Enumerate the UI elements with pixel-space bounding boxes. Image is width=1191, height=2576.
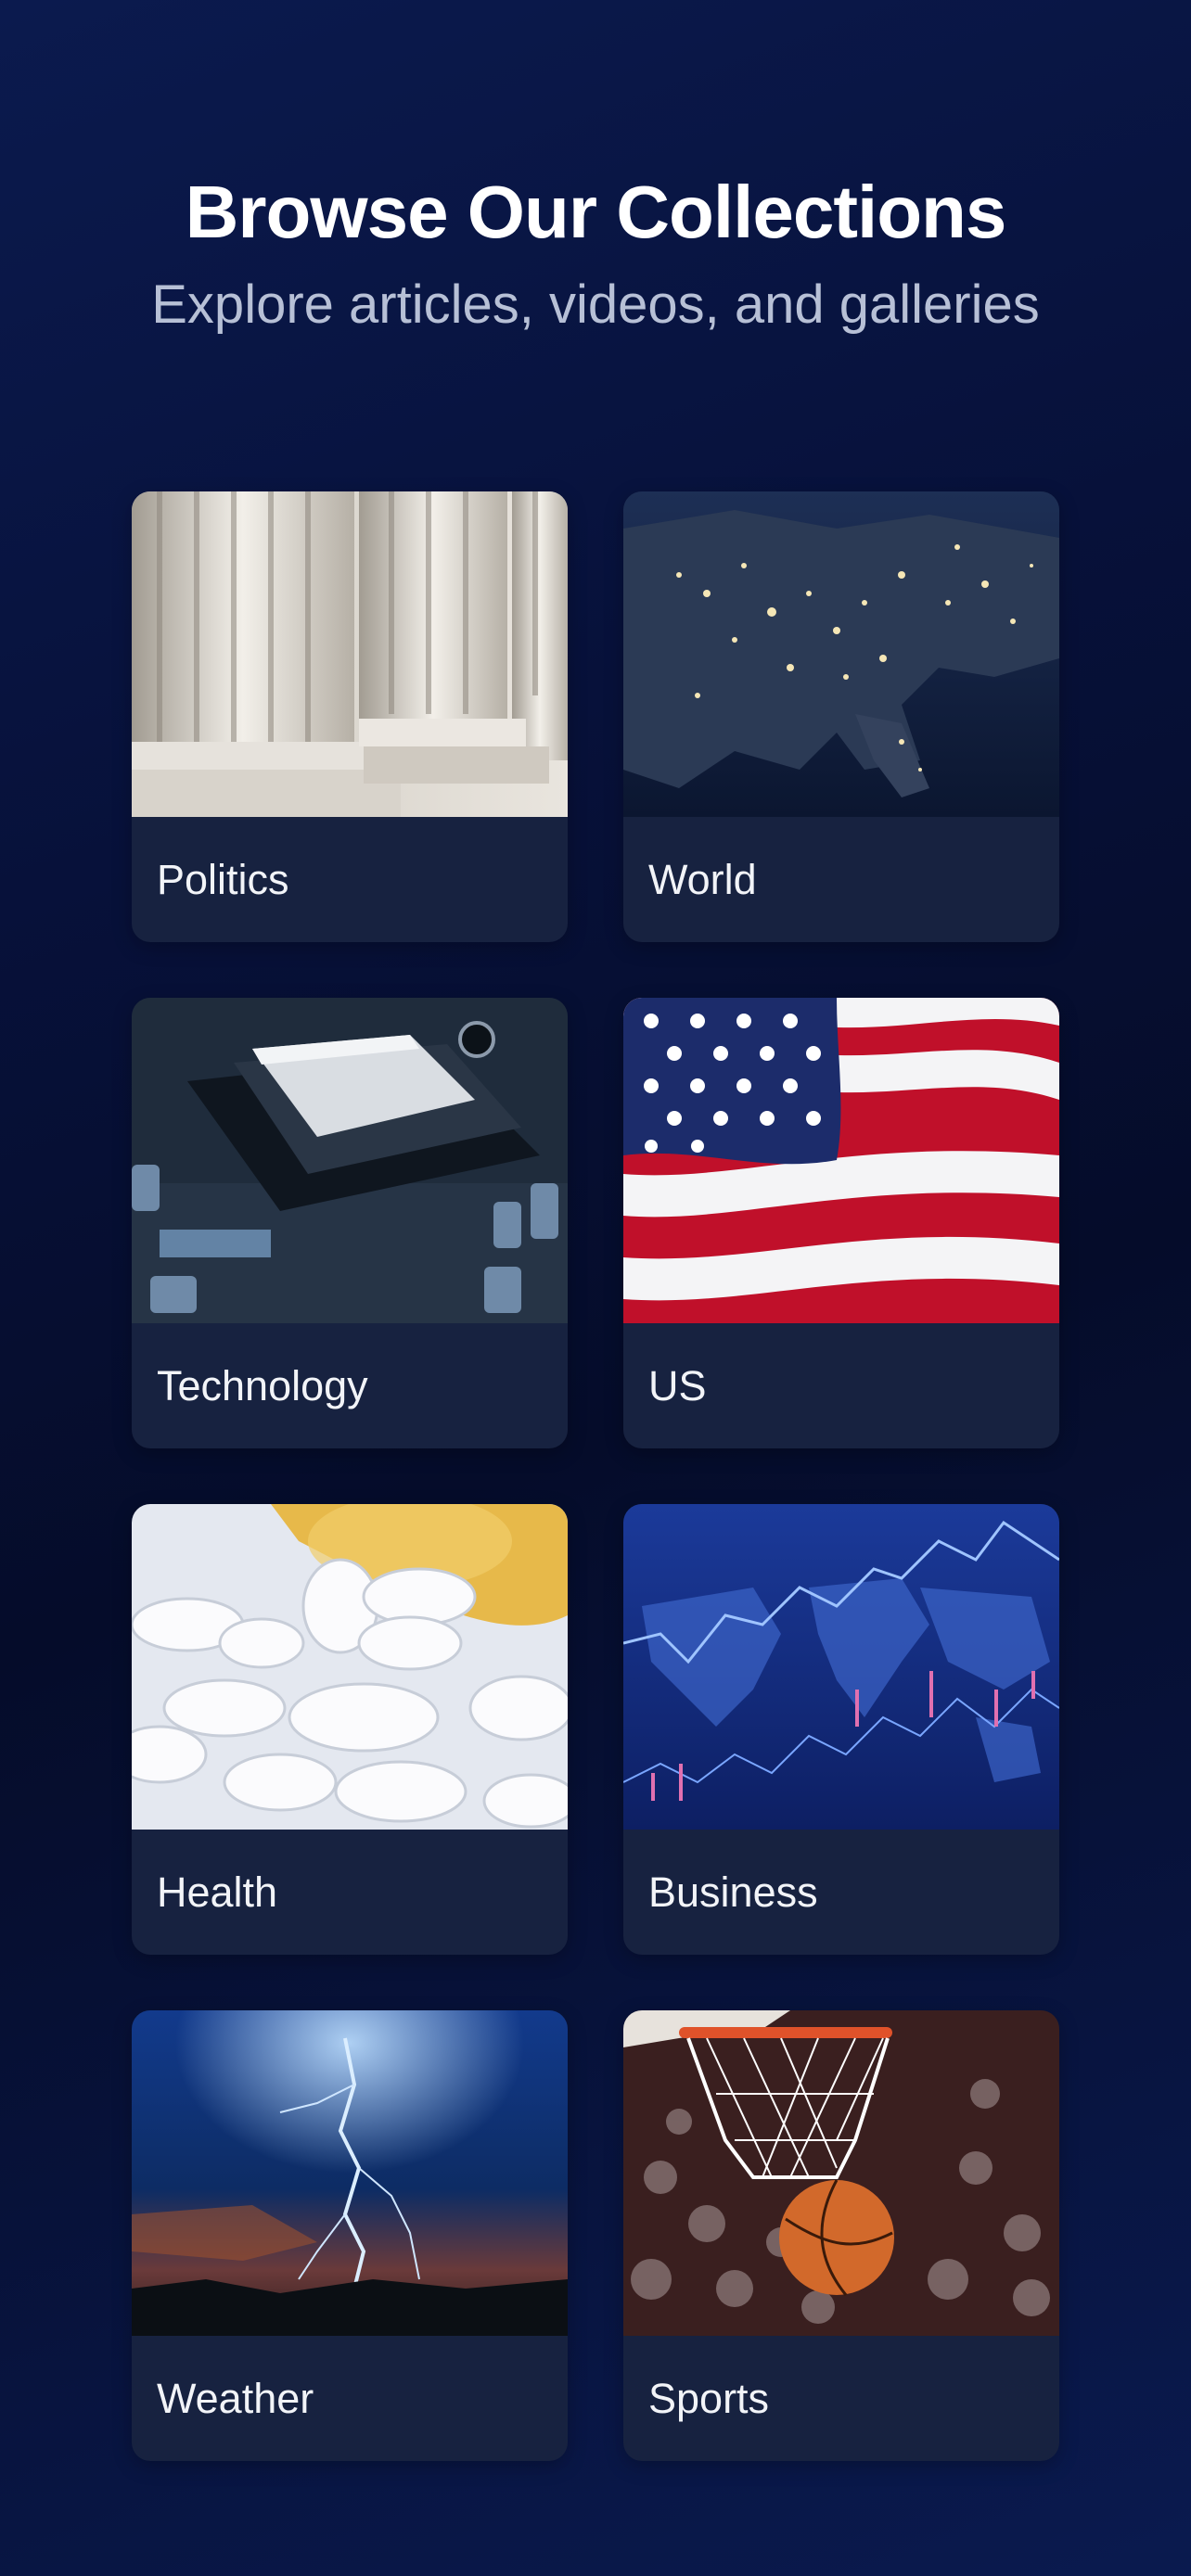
pills-bottle-image bbox=[132, 1504, 568, 1830]
page-header: Browse Our Collections Explore articles,… bbox=[0, 158, 1191, 347]
collection-card-sports[interactable]: Sports bbox=[623, 2010, 1059, 2461]
collection-label: Weather bbox=[157, 2374, 314, 2422]
earth-at-night-image bbox=[623, 491, 1059, 817]
collection-card-us[interactable]: US bbox=[623, 998, 1059, 1448]
collection-label: Technology bbox=[157, 1361, 368, 1409]
marble-columns-image bbox=[132, 491, 568, 817]
basketball-hoop-image bbox=[623, 2010, 1059, 2336]
collections-grid: Politics World Technology US Health Busi… bbox=[132, 491, 1059, 2461]
collection-label: US bbox=[648, 1361, 707, 1409]
collection-card-technology[interactable]: Technology bbox=[132, 998, 568, 1448]
circuit-board-cpu-image bbox=[132, 998, 568, 1323]
collection-card-politics[interactable]: Politics bbox=[132, 491, 568, 942]
page-subtitle: Explore articles, videos, and galleries bbox=[151, 274, 1040, 335]
collection-card-weather[interactable]: Weather bbox=[132, 2010, 568, 2461]
collection-label: Politics bbox=[157, 855, 289, 903]
american-flag-image bbox=[623, 998, 1059, 1323]
collection-card-health[interactable]: Health bbox=[132, 1504, 568, 1955]
collection-label: Health bbox=[157, 1868, 278, 1916]
collection-label: Business bbox=[648, 1868, 818, 1916]
collection-label: World bbox=[648, 855, 757, 903]
collection-card-world[interactable]: World bbox=[623, 491, 1059, 942]
stock-chart-world-map-image bbox=[623, 1504, 1059, 1830]
collection-card-business[interactable]: Business bbox=[623, 1504, 1059, 1955]
lightning-storm-image bbox=[132, 2010, 568, 2336]
page-title: Browse Our Collections bbox=[185, 171, 1007, 253]
collection-label: Sports bbox=[648, 2374, 770, 2422]
